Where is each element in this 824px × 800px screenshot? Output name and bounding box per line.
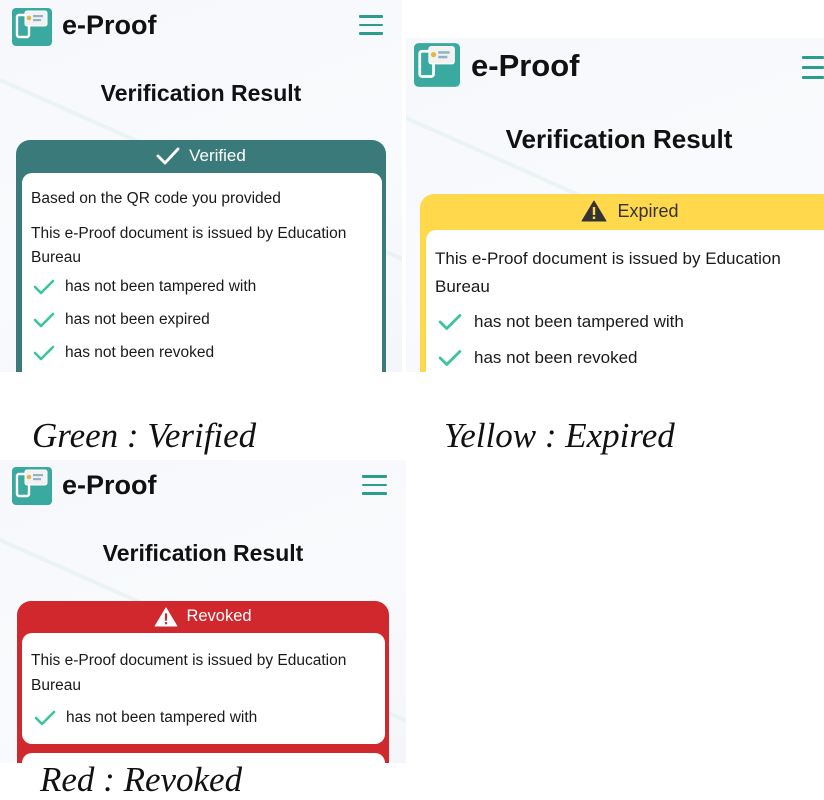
app-title: e-Proof bbox=[62, 470, 157, 500]
app-title: e-Proof bbox=[471, 48, 580, 83]
caption-red: Red : Revoked bbox=[40, 760, 243, 799]
result-details: This e-Proof document is issued by Educa… bbox=[22, 633, 385, 744]
warning-icon bbox=[581, 200, 607, 222]
issuer-text: This e-Proof document is issued by Educa… bbox=[31, 652, 347, 694]
check-icon bbox=[438, 350, 462, 366]
status-label: Revoked bbox=[186, 607, 252, 625]
hamburger-menu-icon[interactable] bbox=[802, 56, 824, 79]
check-label: has not been tampered with bbox=[66, 709, 258, 726]
check-icon bbox=[33, 345, 55, 361]
check-icon bbox=[34, 710, 56, 726]
check-icon bbox=[438, 314, 462, 330]
caption-yellow: Yellow : Expired bbox=[444, 416, 675, 455]
status-card-verified: Verified Based on the QR code you provid… bbox=[16, 140, 386, 372]
page-title: Verification Result bbox=[100, 80, 302, 106]
check-label: has not been tampered with bbox=[474, 312, 684, 331]
warning-icon bbox=[155, 606, 178, 627]
check-item: has not been expired bbox=[33, 311, 210, 329]
status-card-revoked: Revoked This e-Proof document is issued … bbox=[17, 601, 389, 763]
panel-revoked: e-Proof Verification Result Revoked This… bbox=[0, 460, 406, 763]
eproof-logo-icon bbox=[12, 467, 52, 505]
status-bar: Verified bbox=[16, 140, 386, 172]
checkmark-icon bbox=[156, 147, 180, 165]
panel-expired: e-Proof Verification Result Expired This… bbox=[406, 38, 824, 372]
qr-source-text: Based on the QR code you provided bbox=[31, 190, 281, 207]
check-label: has not been revoked bbox=[65, 344, 215, 361]
result-details: This e-Proof document is issued by Educa… bbox=[426, 230, 824, 372]
status-bar: Revoked bbox=[17, 601, 389, 632]
check-label: has not been tampered with bbox=[65, 278, 257, 295]
issuer-text: This e-Proof document is issued by Educa… bbox=[31, 225, 347, 266]
app-title: e-Proof bbox=[62, 10, 157, 40]
status-bar: Expired bbox=[420, 194, 824, 228]
page-title: Verification Result bbox=[505, 124, 733, 154]
result-details: Based on the QR code you provided This e… bbox=[22, 173, 382, 372]
hamburger-menu-icon[interactable] bbox=[362, 475, 387, 495]
check-label: has not been revoked bbox=[474, 348, 638, 367]
check-item: has not been tampered with bbox=[33, 278, 256, 296]
check-item: has not been tampered with bbox=[438, 312, 684, 332]
issuer-text: This e-Proof document is issued by Educa… bbox=[435, 249, 781, 296]
status-card-expired: Expired This e-Proof document is issued … bbox=[420, 194, 824, 372]
check-item: has not been revoked bbox=[438, 348, 638, 368]
panel-verified: e-Proof Verification Result Verified Bas… bbox=[0, 0, 402, 372]
check-icon bbox=[33, 312, 55, 328]
caption-green: Green : Verified bbox=[32, 416, 257, 455]
eproof-logo-icon bbox=[414, 43, 460, 87]
check-item: has not been revoked bbox=[33, 344, 214, 362]
status-label: Expired bbox=[617, 200, 679, 221]
status-label: Verified bbox=[189, 146, 246, 165]
page-title: Verification Result bbox=[102, 540, 304, 566]
check-item: has not been tampered with bbox=[34, 709, 257, 727]
hamburger-menu-icon[interactable] bbox=[359, 15, 383, 35]
check-icon bbox=[33, 279, 55, 295]
eproof-logo-icon bbox=[12, 8, 52, 46]
check-label: has not been expired bbox=[65, 311, 210, 328]
